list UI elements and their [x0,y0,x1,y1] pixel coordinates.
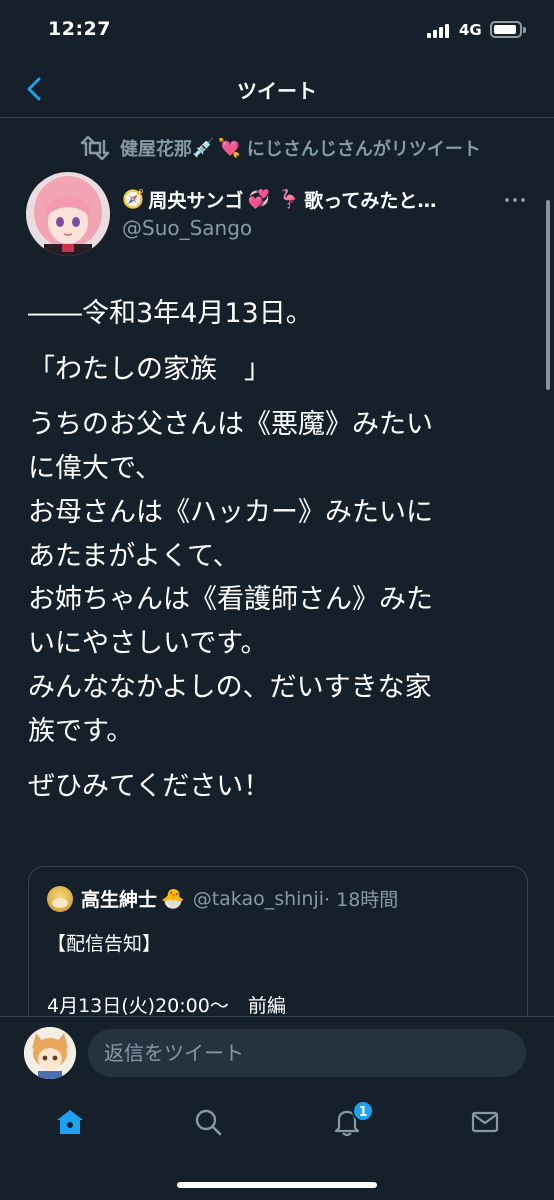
tab-search[interactable] [186,1102,230,1142]
notification-badge: 1 [352,1100,374,1122]
home-indicator[interactable] [177,1182,377,1188]
hearts-emoji: 💞 [247,189,270,210]
author-avatar[interactable] [26,172,110,256]
author-name[interactable]: 🧭 周央サンゴ 💞 🦩 歌ってみたと… [122,186,492,213]
quoted-tweet-time: · 18時間 [324,889,399,911]
quoted-author-avatar [47,885,73,912]
network-type: 4G [459,21,482,39]
tweet-text: ――令和3年4月13日。 「わたしの家族 」 うちのお父さんは《悪魔》みたい に… [28,292,528,821]
status-time: 12:27 [48,18,111,40]
compass-emoji: 🧭 [122,189,145,210]
heart-emoji: 💘 [218,137,241,159]
my-avatar[interactable] [24,1027,76,1079]
tweet-paragraph: 「わたしの家族 」 [28,353,271,385]
search-icon [195,1109,222,1136]
retweet-suffix: にじさんじさんがリツイート [246,139,481,160]
chick-emoji: 🐣 [161,888,185,910]
tweet-paragraph: ぜひみてください！ [28,771,271,803]
tweet-paragraph: うちのお父さんは《悪魔》みたい に偉大で、 お母さんは《ハッカー》みたいに あた… [28,409,433,747]
reply-input[interactable]: 返信をツイート [88,1029,526,1077]
author-name-rest: 歌ってみたと… [304,190,437,212]
quoted-tweet-line: 4月13日(火)20:00〜 前編 [47,995,286,1017]
retweeter-name: 健屋花那 [120,139,192,160]
battery-icon [490,21,526,38]
syringe-emoji: 💉 [192,137,215,159]
more-icon [505,198,509,202]
nav-header: ツイート [0,60,554,118]
signal-icon [427,24,453,38]
messages-icon [471,1111,499,1133]
quoted-tweet-line: 【配信告知】 [47,933,162,955]
scrollbar[interactable] [546,200,550,390]
retweet-context[interactable]: 健屋花那 💉 💘 にじさんじさんがリツイート [80,134,481,162]
tab-home[interactable] [48,1102,92,1142]
author-display-name: 周央サンゴ [148,190,244,212]
quoted-author-handle: @takao_shinji [192,887,325,910]
quoted-tweet-header: 高生紳士 🐣 @takao_shinji · 18時間 [47,885,398,912]
home-icon [57,1110,83,1134]
flamingo-emoji: 🦩 [277,189,301,210]
more-button[interactable] [498,186,532,214]
tab-messages[interactable] [463,1102,507,1142]
tweet-paragraph: ――令和3年4月13日。 [28,298,313,329]
reply-bar: 返信をツイート [0,1016,554,1090]
author-handle[interactable]: @Suo_Sango [122,216,252,240]
status-bar: 12:27 4G [0,0,554,60]
retweet-icon [80,136,110,160]
page-title: ツイート [237,79,317,103]
quoted-author-name: 高生紳士 [81,889,158,911]
